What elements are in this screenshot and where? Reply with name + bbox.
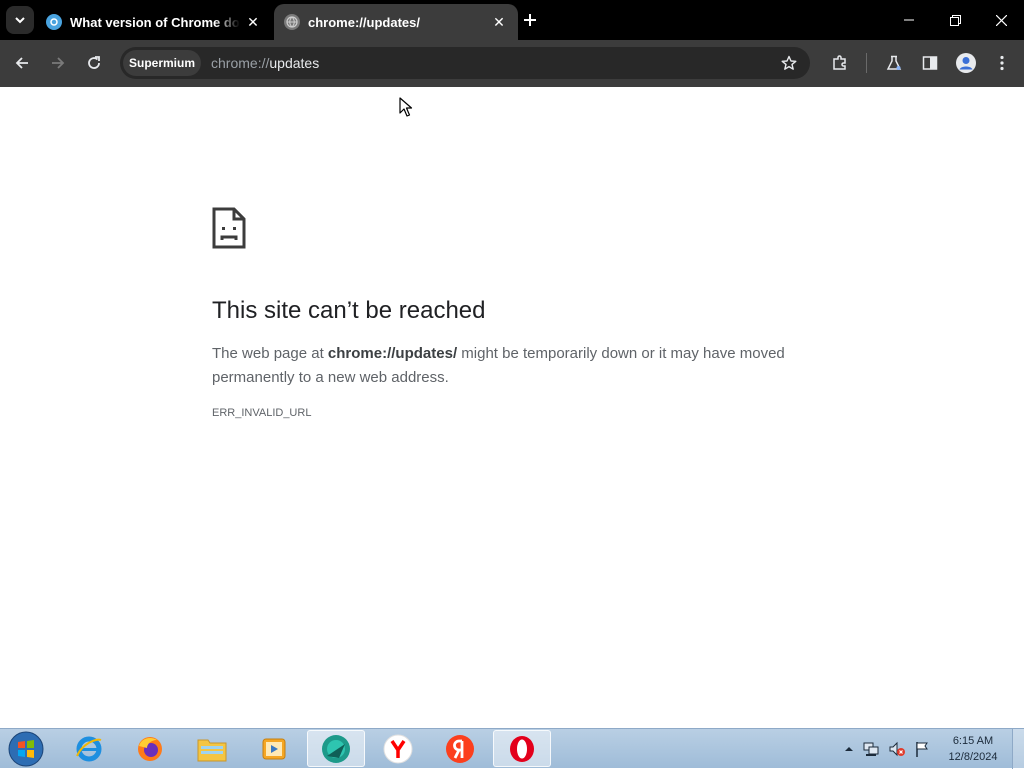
extensions-button[interactable] <box>826 49 854 77</box>
forward-button[interactable] <box>44 49 72 77</box>
extensions-icon <box>833 55 846 70</box>
sad-page-icon <box>212 207 246 249</box>
close-icon <box>995 14 1007 26</box>
profile-avatar-icon <box>956 53 976 73</box>
taskbar-yandex-y[interactable] <box>369 730 427 767</box>
mouse-cursor-icon <box>399 97 413 117</box>
url-text[interactable]: chrome://updates <box>211 55 319 71</box>
browser-toolbar: Supermium chrome://updates <box>0 40 1024 87</box>
new-tab-button[interactable] <box>518 8 542 32</box>
tab-close-icon[interactable]: ✕ <box>244 13 262 31</box>
labs-button[interactable] <box>880 49 908 77</box>
supermium-icon <box>322 734 350 763</box>
yandex-y-icon <box>383 734 413 763</box>
url-scheme: chrome:// <box>211 55 270 71</box>
restore-button[interactable] <box>932 0 978 40</box>
tab-chrome-updates[interactable]: chrome://updates/ ✕ <box>274 4 518 40</box>
close-window-button[interactable] <box>978 0 1024 40</box>
star-icon <box>781 55 797 70</box>
windows-start-orb-icon <box>8 731 44 767</box>
taskbar-media-player[interactable] <box>245 730 303 767</box>
tray-expand-icon[interactable] <box>844 744 854 754</box>
tab-title: What version of Chrome do I have <box>70 14 240 30</box>
file-explorer-icon <box>197 739 227 761</box>
toolbar-divider <box>866 53 867 73</box>
firefox-icon <box>138 736 162 761</box>
tab-chrome-version[interactable]: What version of Chrome do I have ✕ <box>36 4 272 40</box>
chevron-down-icon <box>15 17 25 24</box>
volume-muted-icon[interactable] <box>888 740 906 758</box>
site-favicon-icon <box>46 14 62 30</box>
side-panel-icon <box>922 56 938 70</box>
media-player-icon <box>262 738 286 759</box>
taskbar-supermium[interactable] <box>307 730 365 767</box>
url-path: updates <box>269 55 320 71</box>
kebab-menu-icon <box>1000 55 1004 71</box>
minimize-icon <box>904 19 914 21</box>
reload-button[interactable] <box>80 49 108 77</box>
start-button[interactable] <box>6 731 46 767</box>
taskbar-file-explorer[interactable] <box>183 730 241 767</box>
clock-time: 6:15 AM <box>952 735 994 747</box>
error-description: The web page at chrome://updates/ might … <box>212 342 812 390</box>
forward-arrow-icon <box>52 57 65 69</box>
taskbar-yandex-ya[interactable] <box>431 730 489 767</box>
browser-menu-button[interactable] <box>988 49 1016 77</box>
plus-icon <box>524 14 536 26</box>
tab-search-button[interactable] <box>6 6 34 34</box>
windows-taskbar: 6:15 AM 12/8/2024 <box>0 728 1024 769</box>
network-icon[interactable] <box>862 740 880 758</box>
opera-icon <box>510 735 534 762</box>
desc-url: chrome://updates/ <box>327 345 458 362</box>
desc-prefix: The web page at <box>212 345 328 362</box>
internet-explorer-icon <box>76 736 102 761</box>
error-heading: This site can’t be reached <box>212 297 486 324</box>
labs-flask-icon <box>886 55 902 70</box>
address-bar[interactable]: Supermium chrome://updates <box>120 47 810 79</box>
taskbar-firefox[interactable] <box>121 730 179 767</box>
taskbar-opera[interactable] <box>493 730 551 767</box>
taskbar-clock[interactable]: 6:15 AM 12/8/2024 <box>938 733 1008 765</box>
error-code: ERR_INVALID_URL <box>212 407 312 419</box>
profile-button[interactable] <box>952 49 980 77</box>
restore-icon <box>949 14 961 26</box>
side-panel-button[interactable] <box>916 49 944 77</box>
globe-icon <box>284 14 300 30</box>
browser-name-chip[interactable]: Supermium <box>123 50 202 76</box>
clock-date: 12/8/2024 <box>948 751 998 763</box>
error-page: This site can’t be reached The web page … <box>0 87 1024 728</box>
reload-icon <box>88 56 100 69</box>
action-center-flag-icon[interactable] <box>914 740 930 758</box>
taskbar-internet-explorer[interactable] <box>60 730 118 767</box>
back-arrow-icon <box>15 57 28 69</box>
tab-strip: What version of Chrome do I have ✕ chrom… <box>0 0 1024 40</box>
bookmark-star-button[interactable] <box>776 50 802 76</box>
back-button[interactable] <box>8 49 36 77</box>
system-tray <box>844 737 930 761</box>
yandex-ya-icon <box>446 734 474 763</box>
minimize-button[interactable] <box>886 0 932 40</box>
show-desktop-button[interactable] <box>1012 729 1024 769</box>
tab-title: chrome://updates/ <box>308 14 420 30</box>
tab-close-icon[interactable]: ✕ <box>490 13 508 31</box>
